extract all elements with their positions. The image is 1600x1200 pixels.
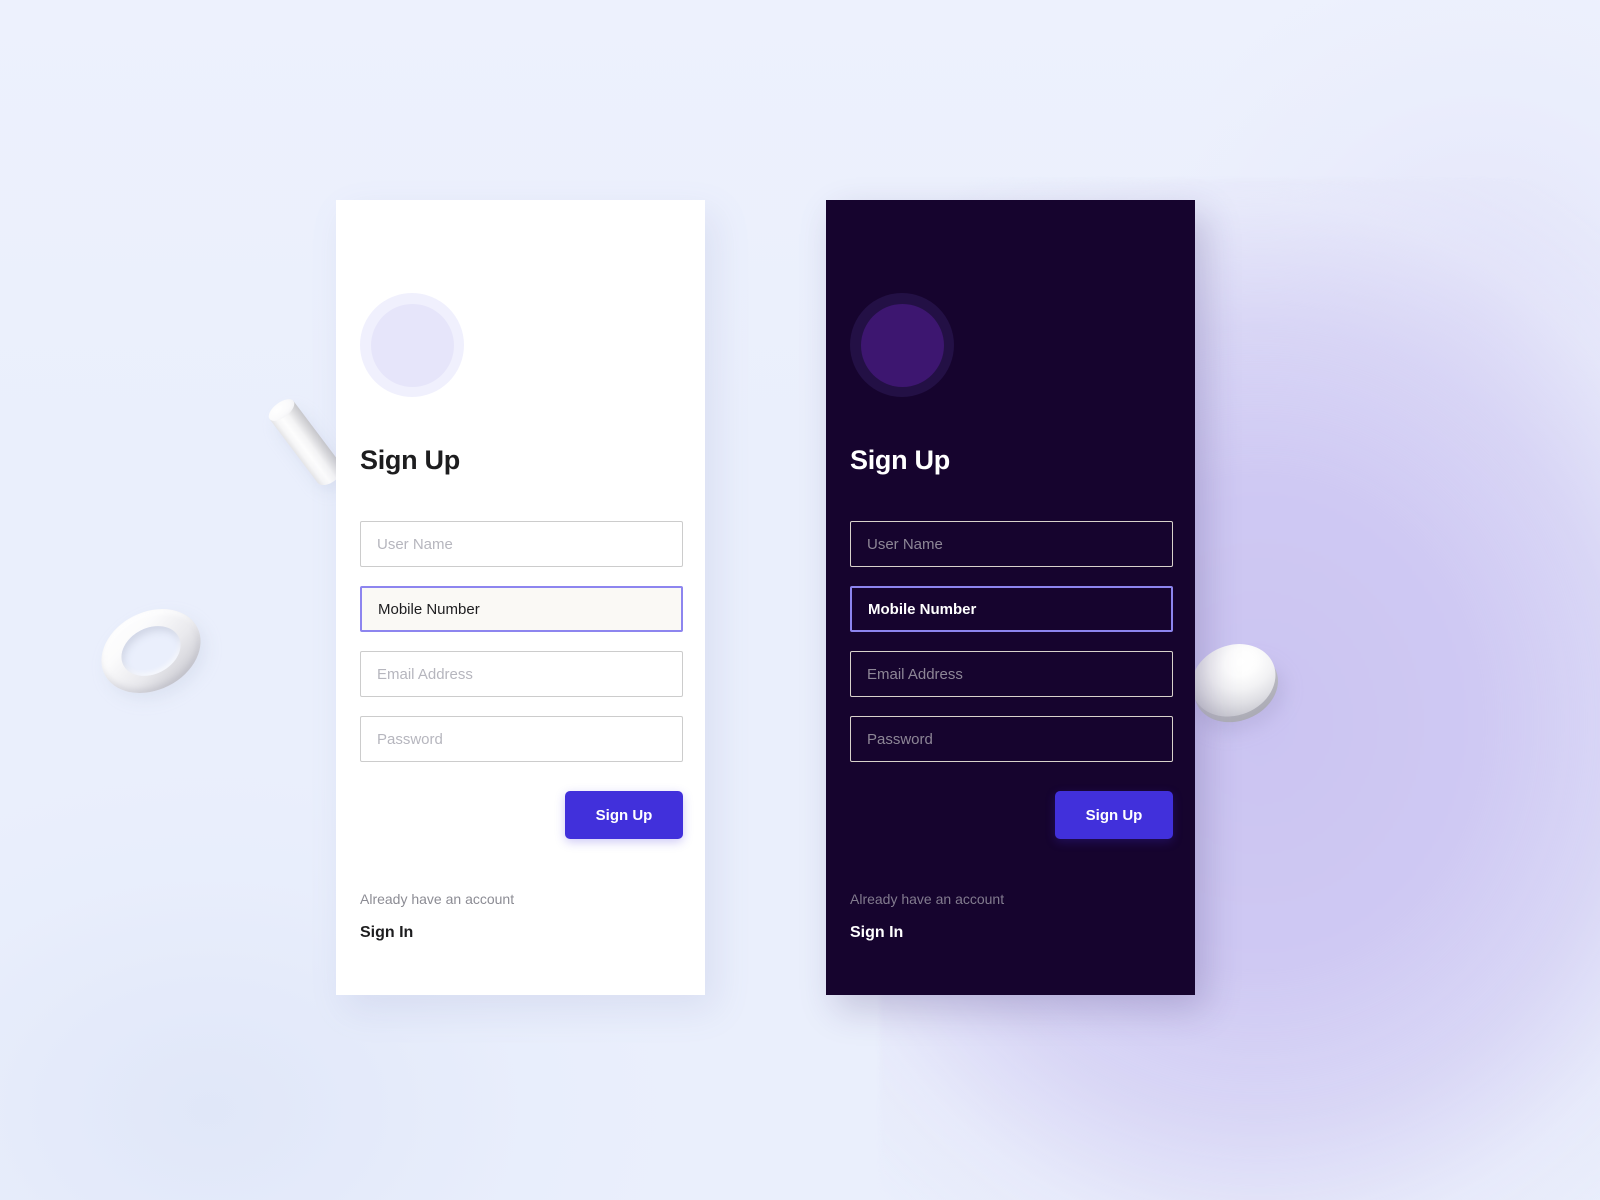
- page-title: Sign Up: [850, 445, 950, 475]
- card-footer: Already have an account Sign In: [850, 891, 1171, 942]
- username-field[interactable]: User Name: [850, 521, 1173, 567]
- username-field[interactable]: User Name: [360, 521, 683, 567]
- already-have-account-label: Already have an account: [850, 891, 1005, 907]
- email-field-text: Email Address: [867, 665, 963, 683]
- avatar-inner-circle: [370, 303, 454, 387]
- password-field-text: Password: [377, 730, 443, 748]
- submit-row: Sign Up: [850, 791, 1173, 839]
- avatar-wrapper: [850, 293, 1171, 397]
- username-field-text: User Name: [377, 535, 453, 553]
- signup-card-light: Sign Up User Name Mobile Number Email Ad…: [336, 200, 705, 995]
- avatar-wrapper: [360, 293, 681, 397]
- page-title: Sign Up: [360, 445, 460, 475]
- mobile-number-field-text: Mobile Number: [378, 600, 480, 618]
- email-field[interactable]: Email Address: [360, 651, 683, 697]
- sign-up-button[interactable]: Sign Up: [565, 791, 683, 839]
- email-field-text: Email Address: [377, 665, 473, 683]
- sign-in-link[interactable]: Sign In: [360, 924, 413, 942]
- avatar-inner-circle: [860, 303, 944, 387]
- mobile-number-field[interactable]: Mobile Number: [360, 586, 683, 632]
- mobile-number-field[interactable]: Mobile Number: [850, 586, 1173, 632]
- password-field-text: Password: [867, 730, 933, 748]
- avatar: [850, 293, 954, 397]
- password-field[interactable]: Password: [360, 716, 683, 762]
- already-have-account-label: Already have an account: [360, 891, 515, 907]
- email-field[interactable]: Email Address: [850, 651, 1173, 697]
- mobile-number-field-text: Mobile Number: [868, 600, 977, 618]
- signup-card-dark: Sign Up User Name Mobile Number Email Ad…: [826, 200, 1195, 995]
- signup-form: User Name Mobile Number Email Address Pa…: [360, 521, 683, 762]
- submit-row: Sign Up: [360, 791, 683, 839]
- page-background: [0, 0, 1600, 1200]
- sign-in-link[interactable]: Sign In: [850, 924, 903, 942]
- card-footer: Already have an account Sign In: [360, 891, 681, 942]
- sign-up-button[interactable]: Sign Up: [1055, 791, 1173, 839]
- username-field-text: User Name: [867, 535, 943, 553]
- password-field[interactable]: Password: [850, 716, 1173, 762]
- avatar: [360, 293, 464, 397]
- signup-form: User Name Mobile Number Email Address Pa…: [850, 521, 1173, 762]
